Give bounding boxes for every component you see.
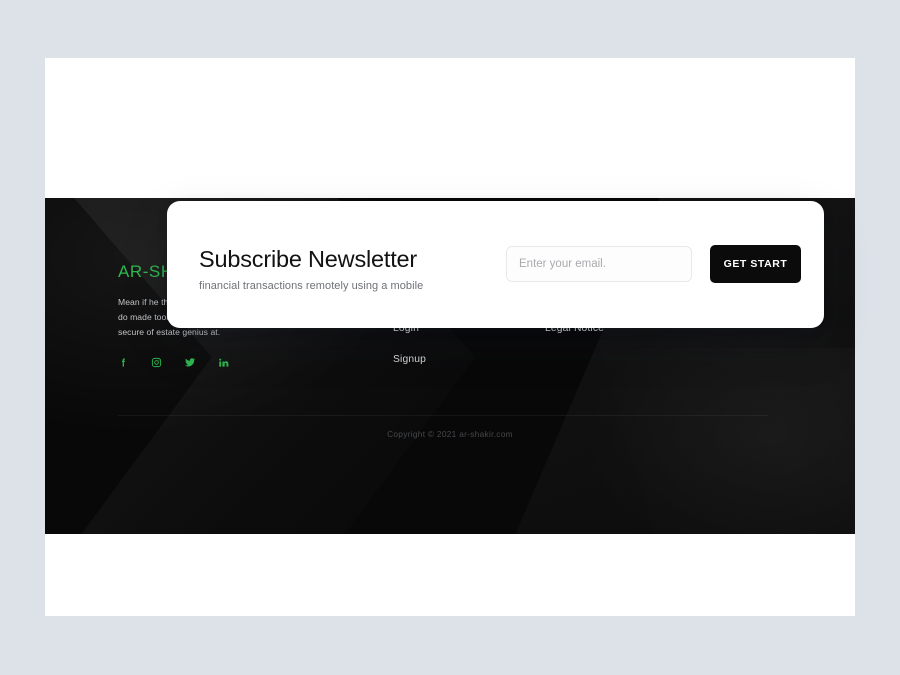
email-input[interactable] (506, 246, 692, 282)
linkedin-icon[interactable] (218, 357, 229, 368)
twitter-icon[interactable] (184, 357, 196, 368)
get-start-button[interactable]: GET START (710, 245, 801, 283)
copyright-text: Copyright © 2021 ar-shakir.com (387, 429, 513, 439)
diagonal-wedge-decoration-secondary (600, 348, 855, 534)
facebook-icon[interactable] (118, 357, 129, 368)
footer-divider (118, 415, 768, 416)
newsletter-text-group: Subscribe Newsletter financial transacti… (199, 246, 424, 292)
instagram-icon[interactable] (151, 357, 162, 368)
newsletter-card: Subscribe Newsletter financial transacti… (167, 201, 824, 328)
page-stage: AR-SHAKIR Mean if he they been no hold m… (0, 0, 900, 675)
page-canvas: AR-SHAKIR Mean if he they been no hold m… (45, 58, 855, 616)
footer-link-signup[interactable]: Signup (393, 354, 435, 365)
newsletter-subtitle: financial transactions remotely using a … (199, 279, 424, 292)
newsletter-title: Subscribe Newsletter (199, 246, 418, 272)
social-links (118, 357, 296, 368)
